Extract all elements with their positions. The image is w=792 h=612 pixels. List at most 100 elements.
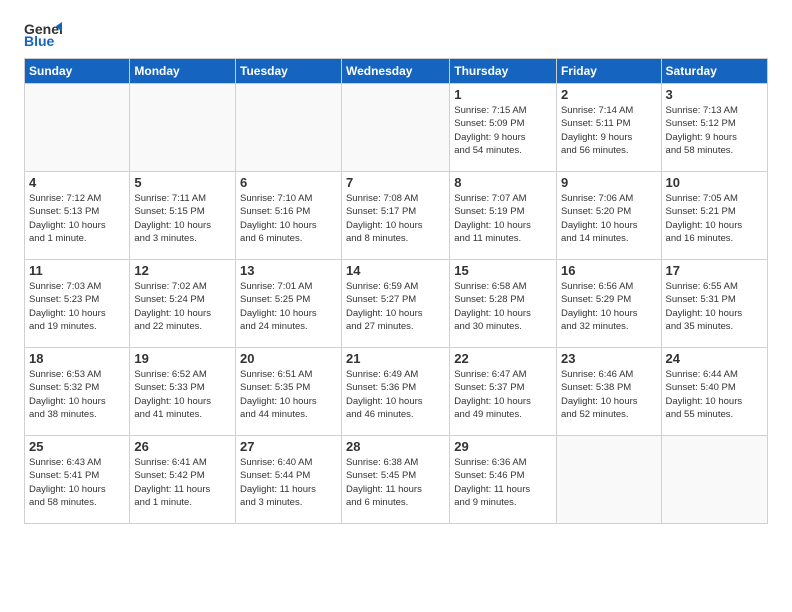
day-cell [341,84,449,172]
day-info: Sunrise: 6:46 AM Sunset: 5:38 PM Dayligh… [561,368,657,421]
day-number: 11 [29,263,125,278]
day-cell: 16 Sunrise: 6:56 AM Sunset: 5:29 PM Dayli… [556,260,661,348]
day-cell: 26 Sunrise: 6:41 AM Sunset: 5:42 PM Dayli… [130,436,236,524]
day-cell: 12 Sunrise: 7:02 AM Sunset: 5:24 PM Dayli… [130,260,236,348]
day-info: Sunrise: 6:59 AM Sunset: 5:27 PM Dayligh… [346,280,445,333]
day-cell: 15 Sunrise: 6:58 AM Sunset: 5:28 PM Dayli… [450,260,557,348]
day-cell: 9 Sunrise: 7:06 AM Sunset: 5:20 PM Daylig… [556,172,661,260]
day-info: Sunrise: 6:47 AM Sunset: 5:37 PM Dayligh… [454,368,552,421]
day-info: Sunrise: 6:55 AM Sunset: 5:31 PM Dayligh… [666,280,763,333]
weekday-thursday: Thursday [450,59,557,84]
day-cell: 19 Sunrise: 6:52 AM Sunset: 5:33 PM Dayli… [130,348,236,436]
day-cell: 27 Sunrise: 6:40 AM Sunset: 5:44 PM Dayli… [236,436,342,524]
day-number: 22 [454,351,552,366]
header: General Blue [0,0,792,58]
day-info: Sunrise: 6:58 AM Sunset: 5:28 PM Dayligh… [454,280,552,333]
day-cell: 21Sunrise: 6:49 AM Sunset: 5:36 PM Dayli… [341,348,449,436]
weekday-friday: Friday [556,59,661,84]
day-number: 3 [666,87,763,102]
day-cell: 5 Sunrise: 7:11 AM Sunset: 5:15 PM Daylig… [130,172,236,260]
day-number: 20 [240,351,337,366]
day-number: 23 [561,351,657,366]
day-number: 6 [240,175,337,190]
day-info: Sunrise: 6:36 AM Sunset: 5:46 PM Dayligh… [454,456,552,509]
day-number: 13 [240,263,337,278]
day-number: 8 [454,175,552,190]
logo: General Blue [24,18,62,48]
day-number: 5 [134,175,231,190]
day-info: Sunrise: 7:11 AM Sunset: 5:15 PM Dayligh… [134,192,231,245]
day-info: Sunrise: 7:15 AM Sunset: 5:09 PM Dayligh… [454,104,552,157]
day-number: 10 [666,175,763,190]
day-info: Sunrise: 6:38 AM Sunset: 5:45 PM Dayligh… [346,456,445,509]
day-cell [236,84,342,172]
day-number: 4 [29,175,125,190]
day-cell [556,436,661,524]
day-number: 15 [454,263,552,278]
week-row-3: 18 Sunrise: 6:53 AM Sunset: 5:32 PM Dayli… [25,348,768,436]
day-number: 26 [134,439,231,454]
weekday-monday: Monday [130,59,236,84]
day-number: 24 [666,351,763,366]
day-info: Sunrise: 6:53 AM Sunset: 5:32 PM Dayligh… [29,368,125,421]
week-row-2: 11 Sunrise: 7:03 AM Sunset: 5:23 PM Dayli… [25,260,768,348]
day-number: 2 [561,87,657,102]
day-info: Sunrise: 7:06 AM Sunset: 5:20 PM Dayligh… [561,192,657,245]
day-cell [25,84,130,172]
day-info: Sunrise: 6:40 AM Sunset: 5:44 PM Dayligh… [240,456,337,509]
day-number: 1 [454,87,552,102]
day-number: 18 [29,351,125,366]
weekday-saturday: Saturday [661,59,767,84]
day-cell: 14 Sunrise: 6:59 AM Sunset: 5:27 PM Dayli… [341,260,449,348]
day-cell [661,436,767,524]
day-info: Sunrise: 6:43 AM Sunset: 5:41 PM Dayligh… [29,456,125,509]
day-info: Sunrise: 7:02 AM Sunset: 5:24 PM Dayligh… [134,280,231,333]
day-cell: 18 Sunrise: 6:53 AM Sunset: 5:32 PM Dayli… [25,348,130,436]
day-info: Sunrise: 7:14 AM Sunset: 5:11 PM Dayligh… [561,104,657,157]
day-info: Sunrise: 6:41 AM Sunset: 5:42 PM Dayligh… [134,456,231,509]
weekday-header-row: SundayMondayTuesdayWednesdayThursdayFrid… [25,59,768,84]
day-cell: 7 Sunrise: 7:08 AM Sunset: 5:17 PM Daylig… [341,172,449,260]
day-cell: 2 Sunrise: 7:14 AM Sunset: 5:11 PM Daylig… [556,84,661,172]
calendar-body: 1 Sunrise: 7:15 AM Sunset: 5:09 PM Daylig… [25,84,768,524]
day-info: Sunrise: 6:49 AM Sunset: 5:36 PM Dayligh… [346,368,445,421]
day-cell: 13Sunrise: 7:01 AM Sunset: 5:25 PM Dayli… [236,260,342,348]
svg-text:Blue: Blue [24,33,55,48]
day-info: Sunrise: 7:10 AM Sunset: 5:16 PM Dayligh… [240,192,337,245]
day-number: 16 [561,263,657,278]
day-cell: 1 Sunrise: 7:15 AM Sunset: 5:09 PM Daylig… [450,84,557,172]
day-number: 19 [134,351,231,366]
day-number: 25 [29,439,125,454]
day-number: 9 [561,175,657,190]
logo-icon: General Blue [24,18,62,48]
day-info: Sunrise: 6:56 AM Sunset: 5:29 PM Dayligh… [561,280,657,333]
day-info: Sunrise: 6:44 AM Sunset: 5:40 PM Dayligh… [666,368,763,421]
day-number: 27 [240,439,337,454]
calendar-wrap: SundayMondayTuesdayWednesdayThursdayFrid… [0,58,792,532]
day-info: Sunrise: 7:13 AM Sunset: 5:12 PM Dayligh… [666,104,763,157]
day-cell: 10 Sunrise: 7:05 AM Sunset: 5:21 PM Dayli… [661,172,767,260]
day-cell: 28Sunrise: 6:38 AM Sunset: 5:45 PM Dayli… [341,436,449,524]
day-cell: 29Sunrise: 6:36 AM Sunset: 5:46 PM Dayli… [450,436,557,524]
day-number: 12 [134,263,231,278]
day-number: 14 [346,263,445,278]
day-cell: 25 Sunrise: 6:43 AM Sunset: 5:41 PM Dayli… [25,436,130,524]
day-cell: 22 Sunrise: 6:47 AM Sunset: 5:37 PM Dayli… [450,348,557,436]
week-row-0: 1 Sunrise: 7:15 AM Sunset: 5:09 PM Daylig… [25,84,768,172]
day-cell [130,84,236,172]
day-cell: 17 Sunrise: 6:55 AM Sunset: 5:31 PM Dayli… [661,260,767,348]
day-info: Sunrise: 7:08 AM Sunset: 5:17 PM Dayligh… [346,192,445,245]
day-number: 17 [666,263,763,278]
day-info: Sunrise: 7:12 AM Sunset: 5:13 PM Dayligh… [29,192,125,245]
day-cell: 11 Sunrise: 7:03 AM Sunset: 5:23 PM Dayli… [25,260,130,348]
day-info: Sunrise: 7:05 AM Sunset: 5:21 PM Dayligh… [666,192,763,245]
day-cell: 23 Sunrise: 6:46 AM Sunset: 5:38 PM Dayli… [556,348,661,436]
day-cell: 6 Sunrise: 7:10 AM Sunset: 5:16 PM Daylig… [236,172,342,260]
day-info: Sunrise: 7:07 AM Sunset: 5:19 PM Dayligh… [454,192,552,245]
weekday-sunday: Sunday [25,59,130,84]
day-cell: 20 Sunrise: 6:51 AM Sunset: 5:35 PM Dayli… [236,348,342,436]
day-info: Sunrise: 6:52 AM Sunset: 5:33 PM Dayligh… [134,368,231,421]
day-info: Sunrise: 6:51 AM Sunset: 5:35 PM Dayligh… [240,368,337,421]
day-number: 7 [346,175,445,190]
day-info: Sunrise: 7:03 AM Sunset: 5:23 PM Dayligh… [29,280,125,333]
